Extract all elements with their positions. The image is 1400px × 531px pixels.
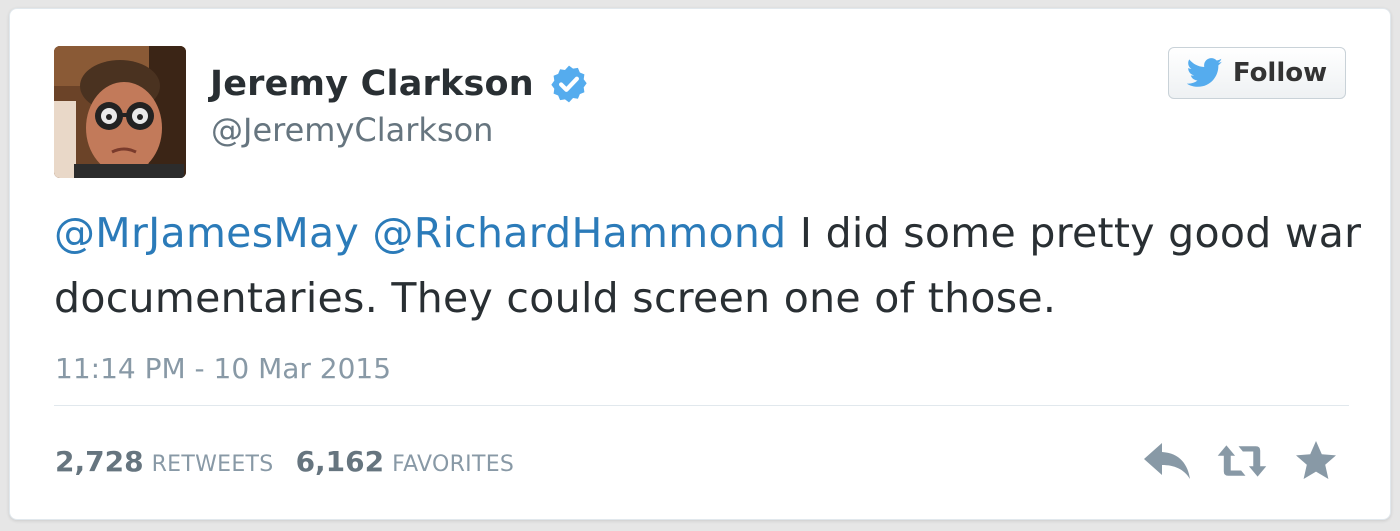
favorites-label[interactable]: FAVORITES [392, 452, 514, 477]
display-name[interactable]: Jeremy Clarkson [210, 64, 534, 104]
avatar[interactable] [54, 46, 186, 178]
mention-link-mrjamesmay[interactable]: @MrJamesMay [54, 209, 359, 257]
tweet-stats: 2,728 RETWEETS 6,162 FAVORITES [55, 445, 514, 478]
mention-link-richardhammond[interactable]: @RichardHammond [372, 209, 786, 257]
twitter-bird-icon [1186, 58, 1223, 87]
reply-icon[interactable] [1142, 439, 1194, 483]
follow-button-label: Follow [1232, 58, 1328, 88]
retweet-icon[interactable] [1216, 439, 1268, 483]
retweets-label[interactable]: RETWEETS [152, 452, 274, 477]
follow-button[interactable]: Follow [1168, 47, 1346, 99]
tweet-timestamp[interactable]: 11:14 PM - 10 Mar 2015 [55, 352, 391, 385]
user-handle[interactable]: @JeremyClarkson [211, 111, 493, 149]
divider [54, 405, 1349, 406]
verified-badge-icon [551, 65, 587, 103]
favorites-count[interactable]: 6,162 [296, 445, 385, 478]
tweet-text: @MrJamesMay @RichardHammond I did some p… [54, 201, 1364, 331]
tweet-actions [1120, 439, 1342, 483]
retweets-count[interactable]: 2,728 [55, 445, 144, 478]
tweet-card: Jeremy Clarkson @JeremyClarkson Follow @… [9, 8, 1391, 520]
favorite-star-icon[interactable] [1290, 439, 1342, 483]
name-row: Jeremy Clarkson [210, 59, 590, 109]
